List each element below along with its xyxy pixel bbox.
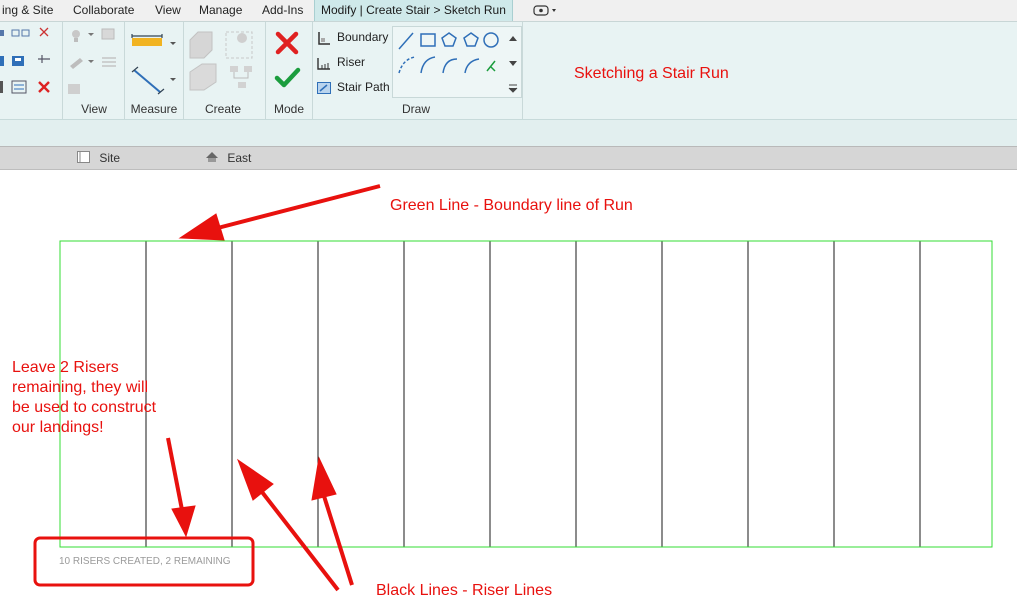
green-line-annotation: Green Line - Boundary line of Run: [390, 197, 633, 214]
view-tab-east[interactable]: East: [204, 147, 251, 169]
circle-icon: [483, 32, 499, 48]
arc-icon: [398, 56, 416, 74]
elevation-view-icon: [206, 152, 218, 162]
ribbon: View Measure Create Mode Boundary Riser …: [0, 22, 1017, 120]
leave-risers-line-2: remaining, they will: [12, 379, 149, 396]
options-bar: [0, 120, 1017, 146]
measure-icon[interactable]: [130, 28, 180, 101]
boundary-icon[interactable]: [316, 30, 332, 51]
finish-check-icon[interactable]: [274, 66, 302, 95]
leave-risers-line-3: be used to construct: [12, 399, 157, 416]
site-view-icon: [77, 151, 90, 163]
create-tools-icon[interactable]: [186, 26, 260, 103]
sketching-title-annotation: Sketching a Stair Run: [574, 65, 729, 82]
riser-lines-arrow-left-head: [236, 458, 274, 501]
panel-label-create: Create: [204, 102, 242, 116]
cancel-icon[interactable]: [274, 30, 302, 63]
leave-risers-line-4: our landings!: [12, 419, 104, 436]
ribbon-tab-bar: ing & Site Collaborate View Manage Add-I…: [0, 0, 1017, 22]
risers-arrow-head: [171, 505, 196, 538]
tab-collaborate[interactable]: Collaborate: [67, 0, 140, 21]
view-tools-icon[interactable]: [66, 26, 122, 101]
tab-view[interactable]: View: [149, 0, 187, 21]
riser-lines-arrow-left-shaft: [260, 490, 340, 592]
stair-path-icon[interactable]: [316, 80, 332, 101]
leave-risers-line-1: Leave 2 Risers: [12, 359, 119, 376]
stair-path-tool-label[interactable]: Stair Path: [337, 80, 390, 94]
riser-tool-label[interactable]: Riser: [337, 55, 365, 69]
panel-label-view: View: [81, 102, 107, 116]
polygon-icon: [441, 32, 457, 47]
rectangle-icon: [420, 33, 436, 47]
boundary-tool-label[interactable]: Boundary: [337, 30, 388, 44]
riser-status-text: 10 RISERS CREATED, 2 REMAINING: [59, 556, 231, 567]
panel-label-measure: Measure: [130, 102, 178, 116]
context-menu-icon[interactable]: [533, 4, 559, 21]
view-tab-site[interactable]: Site: [76, 147, 120, 169]
tab-manage[interactable]: Manage: [193, 0, 248, 21]
risers-arrow-shaft: [166, 437, 185, 516]
tab-massing-site[interactable]: ing & Site: [0, 0, 59, 21]
view-tabs-bar: Site East: [0, 146, 1017, 170]
panel-label-draw: Draw: [401, 102, 430, 116]
boundary-line[interactable]: [59, 240, 993, 548]
view-tab-site-label: Site: [99, 151, 121, 165]
black-lines-annotation: Black Lines - Riser Lines: [376, 582, 553, 599]
panel-label-mode: Mode: [273, 102, 305, 116]
riser-lines-arrow-right-shaft: [322, 495, 354, 586]
boundary-arrow-shaft: [209, 184, 381, 232]
riser-icon[interactable]: [316, 55, 332, 76]
line-icon: [398, 32, 414, 50]
modify-tools-icon[interactable]: [0, 26, 60, 103]
leave-risers-annotation: Leave 2 Risers remaining, they will be u…: [12, 358, 156, 438]
view-tab-east-label: East: [227, 151, 252, 165]
tab-modify-sketch-run[interactable]: Modify | Create Stair > Sketch Run: [314, 0, 513, 21]
draw-tools-gallery: [392, 26, 522, 98]
tab-add-ins[interactable]: Add-Ins: [256, 0, 309, 21]
boundary-arrow-head: [178, 213, 225, 241]
riser-lines-arrow-right-head: [311, 456, 337, 501]
